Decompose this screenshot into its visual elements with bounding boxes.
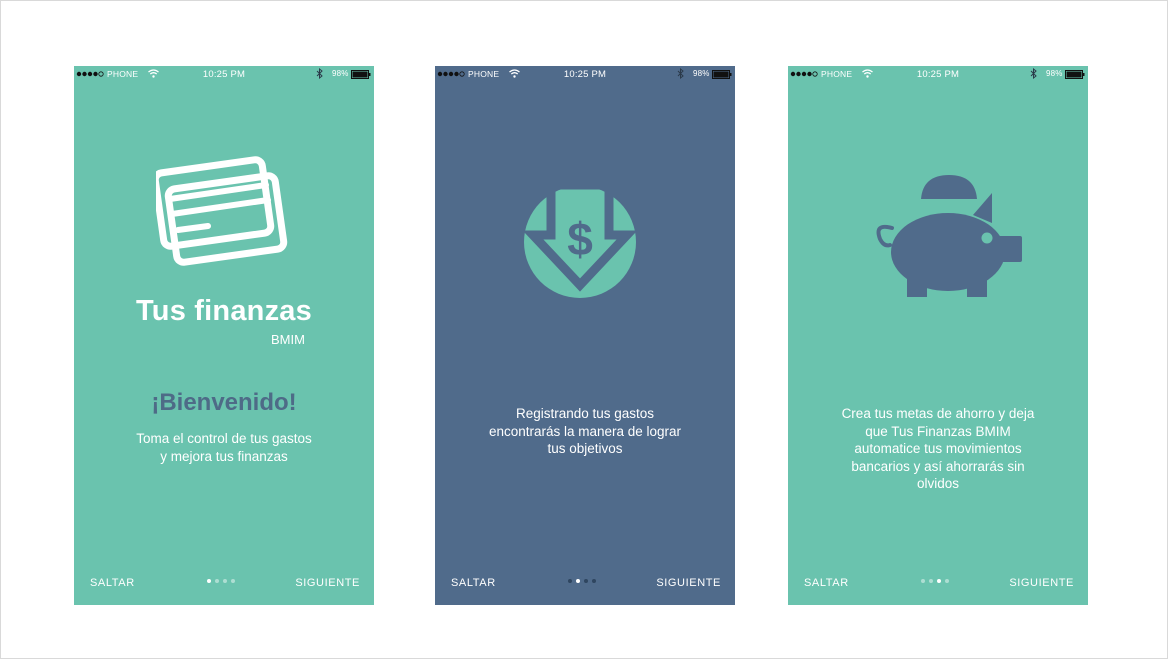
status-bar: PHONE 10:25 PM 98% <box>788 66 1088 82</box>
page-dot[interactable] <box>568 579 572 583</box>
skip-button[interactable]: SALTAR <box>90 577 135 589</box>
page-dot[interactable] <box>231 579 235 583</box>
onboarding-description: Registrando tus gastos encontrarás la ma… <box>488 406 682 456</box>
welcome-heading: ¡Bienvenido! <box>151 389 297 416</box>
mockup-canvas: PHONE 10:25 PM 98% Tus finanzas BMIM ¡Bi… <box>0 0 1168 659</box>
page-dot[interactable] <box>584 579 588 583</box>
onboarding-screen-3: PHONE 10:25 PM 98% Crea tus metas de aho… <box>788 66 1088 605</box>
app-subtitle: BMIM <box>271 332 305 347</box>
status-time: 10:25 PM <box>916 69 960 80</box>
page-dot[interactable] <box>215 579 219 583</box>
onboarding-screen-1: PHONE 10:25 PM 98% Tus finanzas BMIM ¡Bi… <box>74 66 374 605</box>
skip-button[interactable]: SALTAR <box>804 577 849 589</box>
page-dot[interactable] <box>945 579 949 583</box>
status-time: 10:25 PM <box>202 69 246 80</box>
next-button[interactable]: SIGUIENTE <box>295 577 360 589</box>
piggy-bank-icon <box>876 175 1022 297</box>
battery-icon <box>712 70 732 79</box>
svg-text:$: $ <box>567 213 593 265</box>
page-indicator[interactable] <box>921 579 955 585</box>
page-dot-active[interactable] <box>937 579 941 583</box>
battery-percent: 98% <box>1046 69 1063 78</box>
app-title: Tus finanzas <box>136 295 312 327</box>
bluetooth-icon <box>677 68 684 79</box>
battery-icon <box>1065 70 1085 79</box>
page-indicator[interactable] <box>207 579 241 585</box>
page-dot[interactable] <box>592 579 596 583</box>
battery-percent: 98% <box>693 69 710 78</box>
next-button[interactable]: SIGUIENTE <box>656 577 721 589</box>
page-dot[interactable] <box>929 579 933 583</box>
onboarding-screen-2: PHONE 10:25 PM 98% $ Registrando tus gas… <box>435 66 735 605</box>
next-button[interactable]: SIGUIENTE <box>1009 577 1074 589</box>
skip-button[interactable]: SALTAR <box>451 577 496 589</box>
status-bar: PHONE 10:25 PM 98% <box>435 66 735 82</box>
onboarding-description: Crea tus metas de ahorro y deja que Tus … <box>841 406 1035 491</box>
bluetooth-icon <box>1030 68 1037 79</box>
dollar-download-icon: $ <box>522 185 638 298</box>
page-dot[interactable] <box>223 579 227 583</box>
battery-icon <box>351 70 371 79</box>
page-dot-active[interactable] <box>576 579 580 583</box>
page-dot[interactable] <box>921 579 925 583</box>
page-dot-active[interactable] <box>207 579 211 583</box>
onboarding-description: Toma el control de tus gastos y mejora t… <box>136 431 312 464</box>
status-time: 10:25 PM <box>563 69 607 80</box>
credit-cards-icon <box>156 156 288 266</box>
bluetooth-icon <box>316 68 323 79</box>
status-bar: PHONE 10:25 PM 98% <box>74 66 374 82</box>
battery-percent: 98% <box>332 69 349 78</box>
page-indicator[interactable] <box>568 579 602 585</box>
